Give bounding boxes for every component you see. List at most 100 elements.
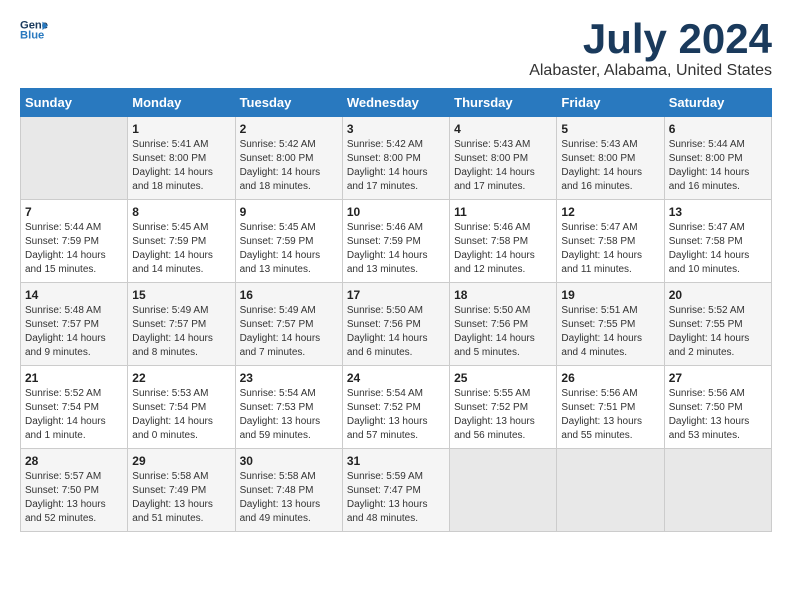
- day-number: 17: [347, 288, 445, 302]
- day-number: 23: [240, 371, 338, 385]
- cell-details: Sunrise: 5:56 AM Sunset: 7:50 PM Dayligh…: [669, 387, 767, 443]
- calendar-cell: 19Sunrise: 5:51 AM Sunset: 7:55 PM Dayli…: [557, 283, 664, 366]
- day-number: 24: [347, 371, 445, 385]
- cell-details: Sunrise: 5:47 AM Sunset: 7:58 PM Dayligh…: [669, 221, 767, 277]
- day-number: 14: [25, 288, 123, 302]
- day-number: 7: [25, 205, 123, 219]
- cell-details: Sunrise: 5:52 AM Sunset: 7:54 PM Dayligh…: [25, 387, 123, 443]
- cell-details: Sunrise: 5:48 AM Sunset: 7:57 PM Dayligh…: [25, 304, 123, 360]
- cell-details: Sunrise: 5:41 AM Sunset: 8:00 PM Dayligh…: [132, 138, 230, 194]
- day-number: 28: [25, 454, 123, 468]
- calendar-cell: 4 Sunrise: 5:43 AM Sunset: 8:00 PM Daylig…: [450, 117, 557, 200]
- day-number: 3: [347, 122, 445, 136]
- cell-details: Sunrise: 5:47 AM Sunset: 7:58 PM Dayligh…: [561, 221, 659, 277]
- cell-details: Sunrise: 5:49 AM Sunset: 7:57 PM Dayligh…: [132, 304, 230, 360]
- day-number: 18: [454, 288, 552, 302]
- calendar-week-row: 1Sunrise: 5:41 AM Sunset: 8:00 PM Daylig…: [21, 117, 772, 200]
- calendar-cell: 31 Sunrise: 5:59 AM Sunset: 7:47 PM Dayli…: [342, 449, 449, 532]
- cell-details: Sunrise: 5:57 AM Sunset: 7:50 PM Dayligh…: [25, 470, 123, 526]
- calendar-table: SundayMondayTuesdayWednesdayThursdayFrid…: [20, 88, 772, 532]
- calendar-cell: [450, 449, 557, 532]
- day-number: 21: [25, 371, 123, 385]
- calendar-cell: 29 Sunrise: 5:58 AM Sunset: 7:49 PM Dayli…: [128, 449, 235, 532]
- calendar-cell: 23 Sunrise: 5:54 AM Sunset: 7:53 PM Dayli…: [235, 366, 342, 449]
- calendar-body: 1Sunrise: 5:41 AM Sunset: 8:00 PM Daylig…: [21, 117, 772, 532]
- day-number: 5: [561, 122, 659, 136]
- cell-details: Sunrise: 5:58 AM Sunset: 7:48 PM Dayligh…: [240, 470, 338, 526]
- calendar-cell: 18Sunrise: 5:50 AM Sunset: 7:56 PM Dayli…: [450, 283, 557, 366]
- calendar-cell: 10Sunrise: 5:46 AM Sunset: 7:59 PM Dayli…: [342, 200, 449, 283]
- calendar-cell: [21, 117, 128, 200]
- cell-details: Sunrise: 5:59 AM Sunset: 7:47 PM Dayligh…: [347, 470, 445, 526]
- day-number: 9: [240, 205, 338, 219]
- calendar-cell: 20 Sunrise: 5:52 AM Sunset: 7:55 PM Dayli…: [664, 283, 771, 366]
- day-number: 16: [240, 288, 338, 302]
- calendar-week-row: 21 Sunrise: 5:52 AM Sunset: 7:54 PM Dayli…: [21, 366, 772, 449]
- title-block: July 2024 Alabaster, Alabama, United Sta…: [529, 16, 772, 80]
- cell-details: Sunrise: 5:46 AM Sunset: 7:59 PM Dayligh…: [347, 221, 445, 277]
- calendar-cell: 28 Sunrise: 5:57 AM Sunset: 7:50 PM Dayli…: [21, 449, 128, 532]
- calendar-cell: [557, 449, 664, 532]
- cell-details: Sunrise: 5:45 AM Sunset: 7:59 PM Dayligh…: [240, 221, 338, 277]
- calendar-header-cell: Saturday: [664, 89, 771, 117]
- calendar-cell: 9 Sunrise: 5:45 AM Sunset: 7:59 PM Daylig…: [235, 200, 342, 283]
- logo: General Blue: [20, 16, 48, 44]
- day-number: 13: [669, 205, 767, 219]
- calendar-week-row: 7Sunrise: 5:44 AM Sunset: 7:59 PM Daylig…: [21, 200, 772, 283]
- calendar-cell: 26Sunrise: 5:56 AM Sunset: 7:51 PM Dayli…: [557, 366, 664, 449]
- day-number: 25: [454, 371, 552, 385]
- cell-details: Sunrise: 5:52 AM Sunset: 7:55 PM Dayligh…: [669, 304, 767, 360]
- cell-details: Sunrise: 5:46 AM Sunset: 7:58 PM Dayligh…: [454, 221, 552, 277]
- cell-details: Sunrise: 5:42 AM Sunset: 8:00 PM Dayligh…: [347, 138, 445, 194]
- calendar-header-cell: Friday: [557, 89, 664, 117]
- svg-text:Blue: Blue: [20, 29, 44, 41]
- calendar-cell: 30 Sunrise: 5:58 AM Sunset: 7:48 PM Dayli…: [235, 449, 342, 532]
- page-subtitle: Alabaster, Alabama, United States: [529, 62, 772, 80]
- page-header: General Blue July 2024 Alabaster, Alabam…: [20, 16, 772, 80]
- day-number: 8: [132, 205, 230, 219]
- day-number: 12: [561, 205, 659, 219]
- calendar-cell: 8 Sunrise: 5:45 AM Sunset: 7:59 PM Daylig…: [128, 200, 235, 283]
- cell-details: Sunrise: 5:54 AM Sunset: 7:53 PM Dayligh…: [240, 387, 338, 443]
- calendar-cell: 21 Sunrise: 5:52 AM Sunset: 7:54 PM Dayli…: [21, 366, 128, 449]
- calendar-header-cell: Tuesday: [235, 89, 342, 117]
- calendar-cell: 27 Sunrise: 5:56 AM Sunset: 7:50 PM Dayli…: [664, 366, 771, 449]
- day-number: 27: [669, 371, 767, 385]
- day-number: 20: [669, 288, 767, 302]
- calendar-cell: 25 Sunrise: 5:55 AM Sunset: 7:52 PM Dayli…: [450, 366, 557, 449]
- calendar-header-cell: Monday: [128, 89, 235, 117]
- calendar-cell: 22Sunrise: 5:53 AM Sunset: 7:54 PM Dayli…: [128, 366, 235, 449]
- calendar-cell: 15 Sunrise: 5:49 AM Sunset: 7:57 PM Dayli…: [128, 283, 235, 366]
- calendar-cell: 5Sunrise: 5:43 AM Sunset: 8:00 PM Daylig…: [557, 117, 664, 200]
- calendar-header-cell: Wednesday: [342, 89, 449, 117]
- cell-details: Sunrise: 5:55 AM Sunset: 7:52 PM Dayligh…: [454, 387, 552, 443]
- calendar-cell: 24 Sunrise: 5:54 AM Sunset: 7:52 PM Dayli…: [342, 366, 449, 449]
- cell-details: Sunrise: 5:51 AM Sunset: 7:55 PM Dayligh…: [561, 304, 659, 360]
- cell-details: Sunrise: 5:58 AM Sunset: 7:49 PM Dayligh…: [132, 470, 230, 526]
- cell-details: Sunrise: 5:42 AM Sunset: 8:00 PM Dayligh…: [240, 138, 338, 194]
- cell-details: Sunrise: 5:50 AM Sunset: 7:56 PM Dayligh…: [347, 304, 445, 360]
- calendar-cell: 7Sunrise: 5:44 AM Sunset: 7:59 PM Daylig…: [21, 200, 128, 283]
- day-number: 6: [669, 122, 767, 136]
- calendar-cell: 13 Sunrise: 5:47 AM Sunset: 7:58 PM Dayli…: [664, 200, 771, 283]
- calendar-cell: 12 Sunrise: 5:47 AM Sunset: 7:58 PM Dayli…: [557, 200, 664, 283]
- day-number: 30: [240, 454, 338, 468]
- calendar-header-cell: Sunday: [21, 89, 128, 117]
- cell-details: Sunrise: 5:43 AM Sunset: 8:00 PM Dayligh…: [454, 138, 552, 194]
- day-number: 4: [454, 122, 552, 136]
- calendar-cell: [664, 449, 771, 532]
- cell-details: Sunrise: 5:54 AM Sunset: 7:52 PM Dayligh…: [347, 387, 445, 443]
- day-number: 15: [132, 288, 230, 302]
- page-title: July 2024: [529, 16, 772, 62]
- calendar-cell: 16 Sunrise: 5:49 AM Sunset: 7:57 PM Dayli…: [235, 283, 342, 366]
- cell-details: Sunrise: 5:56 AM Sunset: 7:51 PM Dayligh…: [561, 387, 659, 443]
- calendar-week-row: 14 Sunrise: 5:48 AM Sunset: 7:57 PM Dayli…: [21, 283, 772, 366]
- cell-details: Sunrise: 5:49 AM Sunset: 7:57 PM Dayligh…: [240, 304, 338, 360]
- calendar-header-row: SundayMondayTuesdayWednesdayThursdayFrid…: [21, 89, 772, 117]
- calendar-week-row: 28 Sunrise: 5:57 AM Sunset: 7:50 PM Dayli…: [21, 449, 772, 532]
- calendar-cell: 2Sunrise: 5:42 AM Sunset: 8:00 PM Daylig…: [235, 117, 342, 200]
- day-number: 29: [132, 454, 230, 468]
- cell-details: Sunrise: 5:45 AM Sunset: 7:59 PM Dayligh…: [132, 221, 230, 277]
- day-number: 31: [347, 454, 445, 468]
- calendar-cell: 14 Sunrise: 5:48 AM Sunset: 7:57 PM Dayli…: [21, 283, 128, 366]
